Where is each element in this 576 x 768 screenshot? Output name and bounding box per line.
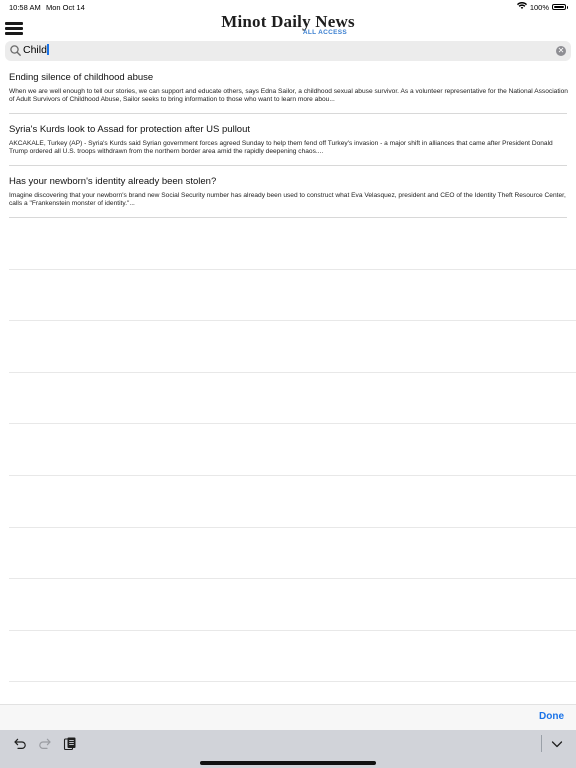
empty-row <box>9 321 576 373</box>
undo-icon[interactable] <box>12 736 28 752</box>
search-input[interactable]: Child <box>23 44 49 56</box>
wifi-icon <box>516 2 527 12</box>
app-header: Minot Daily News ALL ACCESS <box>0 12 576 40</box>
text-caret <box>47 44 49 55</box>
battery-icon <box>552 4 568 10</box>
result-snippet: AKCAKALE, Turkey (AP) - Syria's Kurds sa… <box>9 140 553 156</box>
result-title: Has your newborn's identity already been… <box>9 176 217 187</box>
done-button[interactable]: Done <box>539 711 564 722</box>
empty-row <box>9 528 576 580</box>
search-icon <box>9 44 22 57</box>
result-title: Ending silence of childhood abuse <box>9 72 154 83</box>
clear-icon[interactable]: ✕ <box>556 46 566 56</box>
status-indicators: 100% <box>516 2 568 12</box>
status-time: 10:58 AM <box>9 3 41 12</box>
chevron-down-icon[interactable] <box>549 736 565 752</box>
empty-row <box>9 373 576 425</box>
empty-row <box>9 218 576 270</box>
result-item[interactable]: Has your newborn's identity already been… <box>9 166 567 218</box>
search-results: Ending silence of childhood abuse When w… <box>0 62 576 218</box>
search-query: Child <box>23 44 47 56</box>
empty-row <box>9 270 576 322</box>
result-item[interactable]: Syria's Kurds look to Assad for protecti… <box>9 114 567 166</box>
result-title: Syria's Kurds look to Assad for protecti… <box>9 124 251 135</box>
logo-title: Minot Daily News <box>221 12 355 31</box>
keyboard-accessory-bar: Done <box>0 704 576 730</box>
empty-row <box>9 631 576 683</box>
result-snippet: When we are well enough to tell our stor… <box>9 88 568 104</box>
empty-row <box>9 476 576 528</box>
search-bar[interactable]: Child ✕ <box>5 41 571 61</box>
paste-icon[interactable] <box>62 736 78 752</box>
result-item[interactable]: Ending silence of childhood abuse When w… <box>9 62 568 114</box>
empty-row <box>9 579 576 631</box>
battery-percent: 100% <box>529 2 549 12</box>
empty-list-area <box>9 218 576 683</box>
toolbar-divider <box>541 735 542 752</box>
redo-icon[interactable] <box>37 736 53 752</box>
empty-row <box>9 424 576 476</box>
logo: Minot Daily News ALL ACCESS <box>0 12 576 37</box>
status-date: Mon Oct 14 <box>46 3 85 12</box>
battery-fill <box>554 6 564 8</box>
home-indicator <box>200 761 376 765</box>
result-snippet: Imagine discovering that your newborn's … <box>9 192 566 208</box>
